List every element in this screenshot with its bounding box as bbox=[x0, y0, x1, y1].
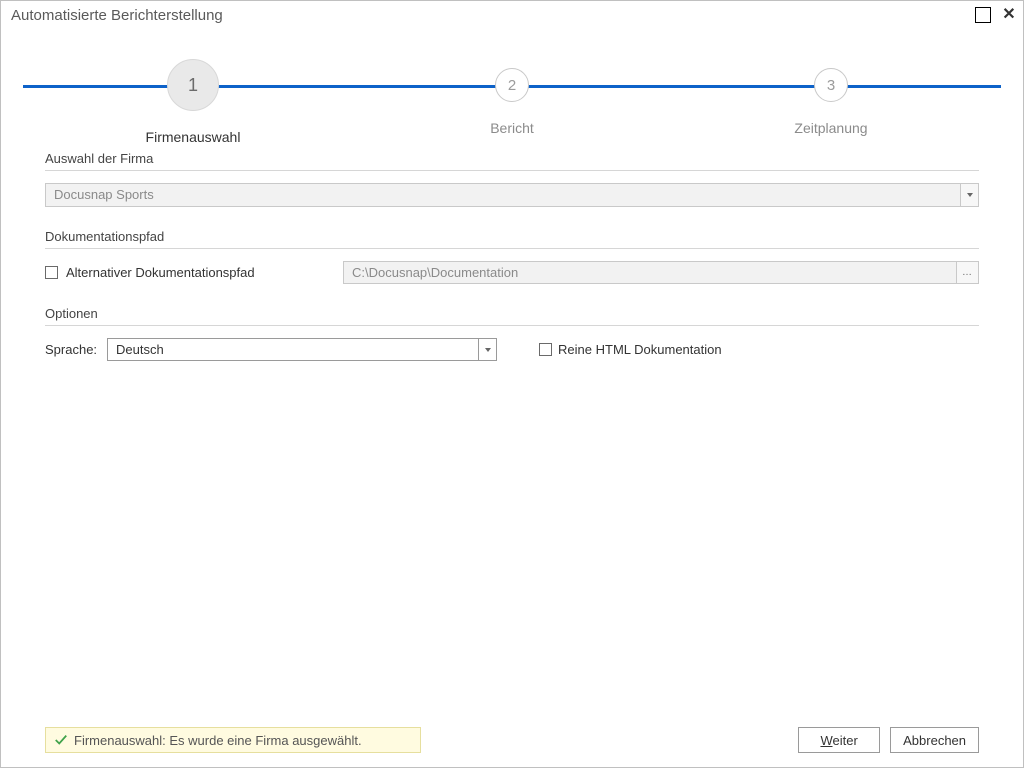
titlebar: Automatisierte Berichterstellung ✕ bbox=[1, 1, 1023, 29]
step-bericht[interactable]: 2 Bericht bbox=[462, 59, 562, 145]
step-firmenauswahl[interactable]: 1 Firmenauswahl bbox=[143, 59, 243, 145]
step-number: 2 bbox=[495, 68, 529, 102]
language-label: Sprache: bbox=[45, 342, 97, 357]
language-select[interactable]: Deutsch bbox=[107, 338, 497, 361]
html-doc-label: Reine HTML Dokumentation bbox=[558, 342, 722, 357]
company-select[interactable]: Docusnap Sports bbox=[45, 183, 979, 207]
html-doc-checkbox[interactable] bbox=[539, 343, 552, 356]
company-select-value: Docusnap Sports bbox=[46, 184, 960, 206]
alt-docpath-checkbox[interactable] bbox=[45, 266, 58, 279]
maximize-button[interactable] bbox=[975, 7, 991, 23]
section-options: Optionen Sprache: Deutsch Reine HTML Dok… bbox=[45, 306, 979, 361]
dialog-window: Automatisierte Berichterstellung ✕ 1 Fir… bbox=[0, 0, 1024, 768]
close-button[interactable]: ✕ bbox=[1001, 7, 1017, 23]
close-icon: ✕ bbox=[1001, 7, 1017, 23]
window-controls: ✕ bbox=[975, 7, 1017, 23]
chevron-down-icon bbox=[967, 193, 973, 197]
status-bar: Firmenauswahl: Es wurde eine Firma ausge… bbox=[45, 727, 421, 753]
cancel-button[interactable]: Abbrechen bbox=[890, 727, 979, 753]
step-number: 1 bbox=[167, 59, 219, 111]
browse-button[interactable]: … bbox=[957, 261, 979, 284]
docpath-value: C:\Docusnap\Documentation bbox=[352, 265, 518, 280]
dialog-footer: Firmenauswahl: Es wurde eine Firma ausge… bbox=[23, 727, 1001, 767]
chevron-down-icon bbox=[485, 348, 491, 352]
wizard-stepper: 1 Firmenauswahl 2 Bericht 3 Zeitplanung bbox=[23, 59, 1001, 115]
status-text: Firmenauswahl: Es wurde eine Firma ausge… bbox=[74, 733, 362, 748]
section-title-docpath: Dokumentationspfad bbox=[45, 229, 979, 249]
alt-docpath-label: Alternativer Dokumentationspfad bbox=[66, 265, 255, 280]
check-icon bbox=[54, 733, 68, 747]
cancel-button-label: Abbrechen bbox=[903, 733, 966, 748]
dialog-content: 1 Firmenauswahl 2 Bericht 3 Zeitplanung … bbox=[1, 29, 1023, 767]
next-button-label: Weiter bbox=[820, 733, 857, 748]
ellipsis-icon: … bbox=[962, 267, 973, 278]
step-label: Bericht bbox=[462, 120, 562, 136]
section-docpath: Dokumentationspfad Alternativer Dokument… bbox=[45, 229, 979, 284]
docpath-input[interactable]: C:\Docusnap\Documentation bbox=[343, 261, 957, 284]
section-title-options: Optionen bbox=[45, 306, 979, 326]
section-company: Auswahl der Firma Docusnap Sports bbox=[45, 151, 979, 207]
step-number: 3 bbox=[814, 68, 848, 102]
step-label: Zeitplanung bbox=[781, 120, 881, 136]
section-title-company: Auswahl der Firma bbox=[45, 151, 979, 171]
html-doc-group: Reine HTML Dokumentation bbox=[539, 342, 722, 357]
step-zeitplanung[interactable]: 3 Zeitplanung bbox=[781, 59, 881, 145]
step-label: Firmenauswahl bbox=[143, 129, 243, 145]
maximize-icon bbox=[975, 7, 991, 23]
company-select-arrow[interactable] bbox=[960, 184, 978, 206]
next-button[interactable]: Weiter bbox=[798, 727, 880, 753]
window-title: Automatisierte Berichterstellung bbox=[11, 7, 975, 24]
alt-docpath-group: Alternativer Dokumentationspfad bbox=[45, 261, 343, 284]
language-select-value: Deutsch bbox=[108, 339, 478, 360]
language-select-arrow[interactable] bbox=[478, 339, 496, 360]
